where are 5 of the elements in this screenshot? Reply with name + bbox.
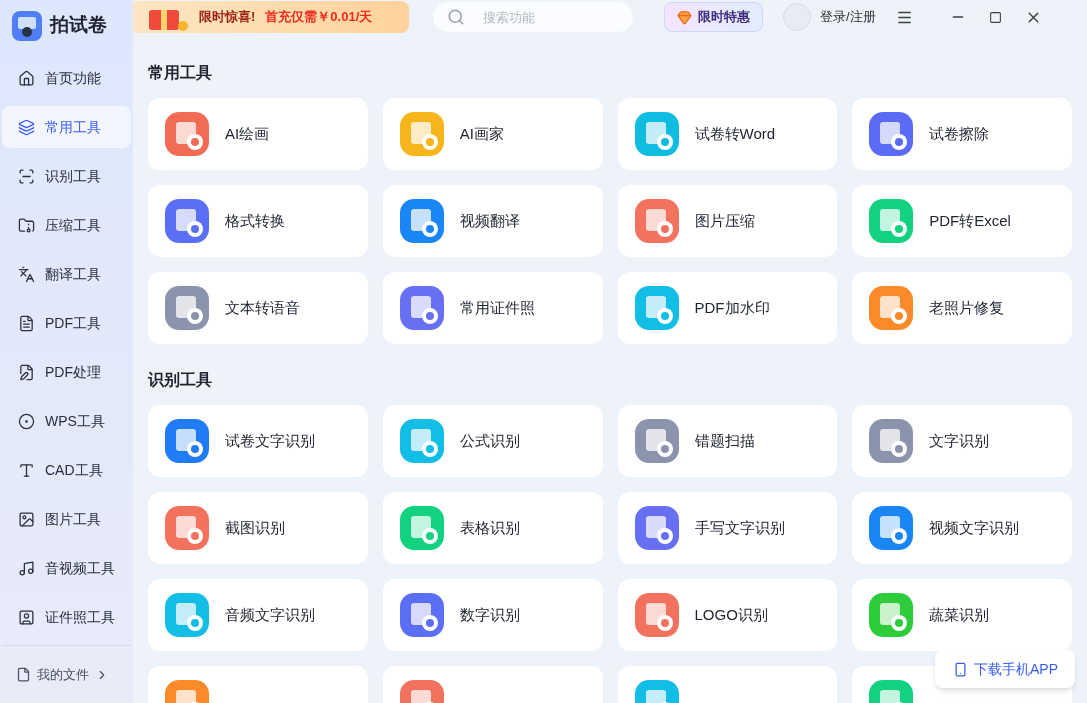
promo-offer: 首充仅需￥0.01/天: [265, 8, 373, 27]
section-title: 常用工具: [148, 63, 213, 83]
promo-headline: 限时惊喜!: [199, 8, 256, 27]
app-name: 拍试卷: [50, 13, 107, 38]
section-title: 识别工具: [148, 370, 213, 390]
